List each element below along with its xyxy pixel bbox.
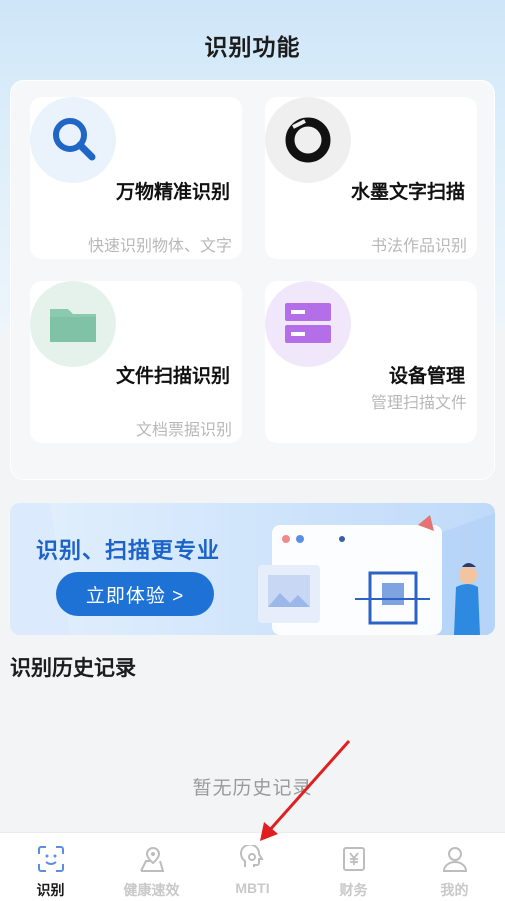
- feature-title: 文件扫描识别: [115, 366, 230, 387]
- tab-mbti[interactable]: MBTI: [202, 833, 303, 901]
- feature-card-device-management[interactable]: 设备管理 管理扫描文件: [265, 281, 477, 443]
- tab-label: 识别: [36, 882, 65, 898]
- user-icon: [442, 847, 467, 872]
- feature-title: 万物精准识别: [115, 182, 230, 203]
- tab-profile[interactable]: 我的: [404, 833, 505, 901]
- feature-card-ink-scan[interactable]: 水墨文字扫描 书法作品识别: [265, 97, 477, 259]
- feature-title: 水墨文字扫描: [350, 182, 465, 203]
- try-now-button[interactable]: 立即体验 >: [56, 572, 214, 616]
- tab-label: 财务: [339, 882, 368, 898]
- tab-label: MBTI: [235, 880, 270, 896]
- tab-finance[interactable]: 财务: [303, 833, 404, 901]
- banner-title: 识别、扫描更专业: [36, 538, 221, 563]
- tab-label: 健康速效: [123, 882, 180, 898]
- search-icon: [30, 97, 116, 183]
- tab-label: 我的: [440, 882, 469, 898]
- feature-card-object-recognition[interactable]: 万物精准识别 快速识别物体、文字: [30, 97, 242, 259]
- page-title: 识别功能: [204, 34, 301, 60]
- ink-circle-icon: [265, 97, 351, 183]
- history-empty-text: 暂无历史记录: [192, 778, 313, 799]
- feature-subtitle: 书法作品识别: [370, 238, 467, 255]
- scan-face-icon: [37, 846, 64, 872]
- promo-banner[interactable]: 识别、扫描更专业 立即体验 >: [10, 503, 495, 635]
- location-pin-icon: [139, 846, 164, 872]
- folder-icon: [30, 281, 116, 367]
- feature-subtitle: 快速识别物体、文字: [87, 238, 232, 255]
- feature-subtitle: 文档票据识别: [135, 422, 232, 439]
- server-icon: [265, 281, 351, 367]
- tab-recognize[interactable]: 识别: [0, 833, 101, 901]
- feature-subtitle: 管理扫描文件: [370, 395, 467, 412]
- feature-card-document-scan[interactable]: 文件扫描识别 文档票据识别: [30, 281, 242, 443]
- tab-health[interactable]: 健康速效: [101, 833, 202, 901]
- history-section-title: 识别历史记录: [10, 657, 136, 680]
- features-panel: 万物精准识别 快速识别物体、文字 水墨文字扫描 书法作品识别 文件扫描识别 文档…: [10, 80, 495, 480]
- brain-head-icon: [239, 845, 264, 867]
- bottom-tab-bar: 识别 健康速效 MBTI 财务 我的: [0, 832, 505, 901]
- yen-receipt-icon: [342, 847, 365, 871]
- feature-title: 设备管理: [388, 366, 465, 387]
